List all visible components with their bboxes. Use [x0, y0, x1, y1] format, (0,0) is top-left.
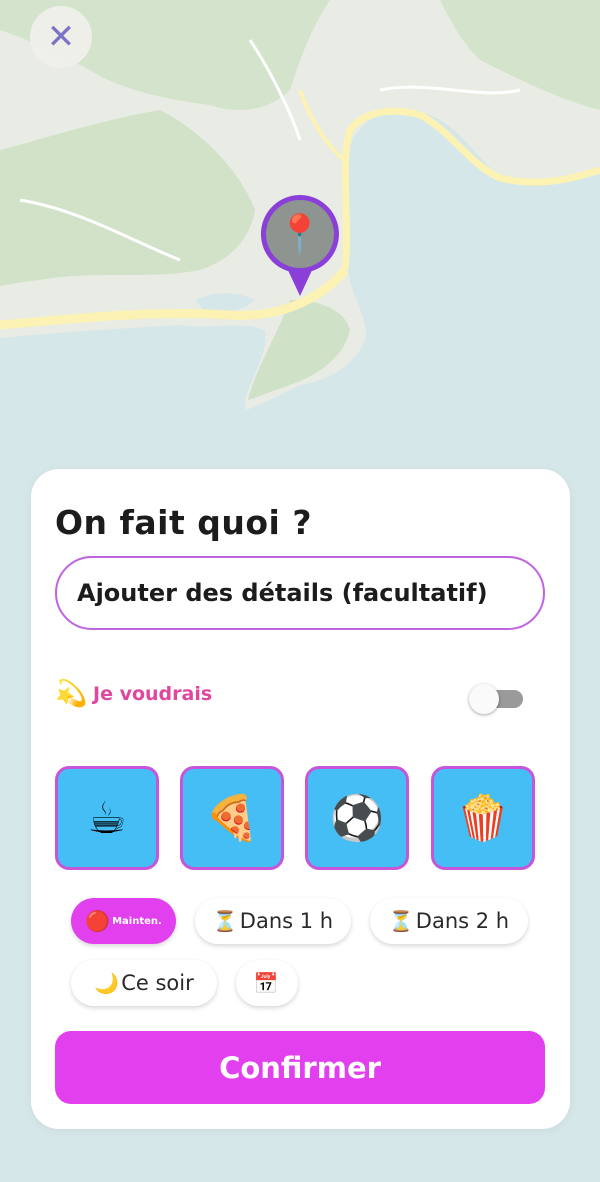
close-button[interactable]: ✕: [30, 6, 92, 68]
activity-pizza[interactable]: 🍕: [180, 766, 284, 870]
time-chip-date[interactable]: 📅: [236, 960, 298, 1006]
popcorn-icon: 🍿: [455, 793, 511, 844]
close-icon: ✕: [46, 17, 76, 57]
chip-label: Ce soir: [121, 971, 194, 995]
activity-grid: ☕ 🍕 ⚽ 🍿: [55, 766, 538, 872]
activity-coffee[interactable]: ☕: [55, 766, 159, 870]
pin-icon: 📍: [276, 211, 324, 256]
pizza-icon: 🍕: [204, 793, 260, 844]
activity-soccer[interactable]: ⚽: [305, 766, 409, 870]
soccer-ball-icon: ⚽: [329, 793, 385, 844]
activity-sheet: On fait quoi ? 💫 Je voudrais ☕ 🍕 ⚽ 🍿 🔴 M…: [31, 469, 570, 1129]
chip-label: Dans 1 h: [239, 909, 334, 933]
confirm-button[interactable]: Confirmer: [55, 1031, 545, 1104]
wish-row: 💫 Je voudrais: [55, 679, 212, 709]
toggle-knob: [469, 684, 499, 714]
time-chip-1h[interactable]: ⏳ Dans 1 h: [195, 898, 351, 944]
calendar-icon: 📅: [253, 971, 279, 995]
time-chip-tonight[interactable]: 🌙 Ce soir: [71, 960, 217, 1006]
map-pin[interactable]: 📍: [258, 192, 342, 298]
red-circle-icon: 🔴: [85, 909, 111, 933]
activity-popcorn[interactable]: 🍿: [431, 766, 535, 870]
time-chip-now[interactable]: 🔴 Mainten.: [71, 898, 176, 944]
time-chip-2h[interactable]: ⏳ Dans 2 h: [370, 898, 528, 944]
details-input[interactable]: [55, 556, 545, 630]
hourglass-icon: ⏳: [212, 909, 238, 933]
hourglass-icon: ⏳: [388, 909, 414, 933]
wish-toggle[interactable]: [469, 684, 525, 714]
chip-label: Mainten.: [112, 915, 162, 927]
moon-icon: 🌙: [94, 971, 120, 995]
chip-label: Dans 2 h: [415, 909, 510, 933]
sheet-title: On fait quoi ?: [55, 503, 312, 542]
wish-label: Je voudrais: [93, 683, 213, 705]
coffee-icon: ☕: [87, 792, 127, 844]
dizzy-icon: 💫: [55, 679, 88, 709]
